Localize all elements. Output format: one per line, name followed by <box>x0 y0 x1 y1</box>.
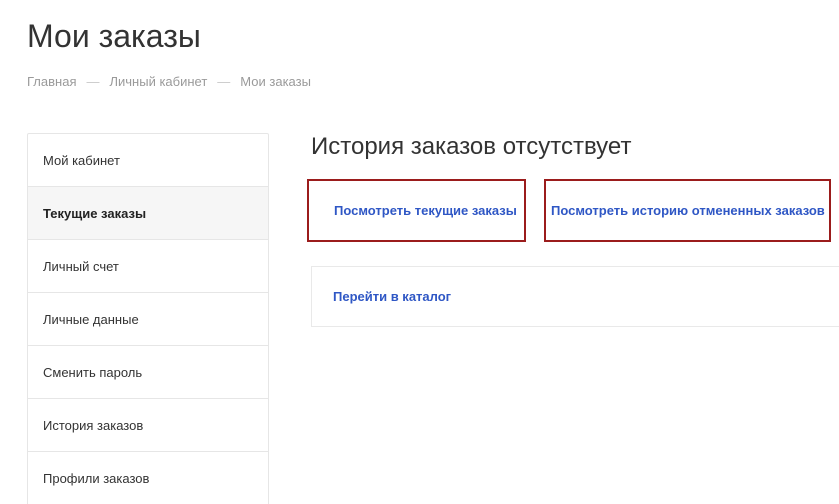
current-orders-link[interactable]: Посмотреть текущие заказы <box>334 203 517 218</box>
sidebar-item-order-profiles[interactable]: Профили заказов <box>28 452 268 504</box>
cancelled-orders-link[interactable]: Посмотреть историю отмененных заказов <box>551 203 825 218</box>
cancelled-orders-box: Посмотреть историю отмененных заказов <box>544 179 831 242</box>
content-title: История заказов отсутствует <box>311 133 632 160</box>
breadcrumb-separator: — <box>86 74 100 89</box>
breadcrumb-item-home[interactable]: Главная <box>27 74 76 89</box>
sidebar-item-personal-account[interactable]: Личный счет <box>28 240 268 293</box>
catalog-link[interactable]: Перейти в каталог <box>333 289 451 304</box>
breadcrumb-item-account[interactable]: Личный кабинет <box>109 74 207 89</box>
sidebar-item-current-orders[interactable]: Текущие заказы <box>28 187 268 240</box>
sidebar-menu: Мой кабинет Текущие заказы Личный счет Л… <box>27 133 269 504</box>
current-orders-box: Посмотреть текущие заказы <box>307 179 526 242</box>
breadcrumb-separator: — <box>217 74 231 89</box>
sidebar-item-change-password[interactable]: Сменить пароль <box>28 346 268 399</box>
sidebar-item-my-cabinet[interactable]: Мой кабинет <box>28 134 268 187</box>
catalog-box: Перейти в каталог <box>311 266 839 327</box>
page-title: Мои заказы <box>27 18 201 54</box>
breadcrumb-item-current: Мои заказы <box>240 74 311 89</box>
sidebar-item-order-history[interactable]: История заказов <box>28 399 268 452</box>
sidebar-item-personal-data[interactable]: Личные данные <box>28 293 268 346</box>
breadcrumb: Главная — Личный кабинет — Мои заказы <box>27 74 311 89</box>
page: Мои заказы Главная — Личный кабинет — Мо… <box>0 0 839 504</box>
